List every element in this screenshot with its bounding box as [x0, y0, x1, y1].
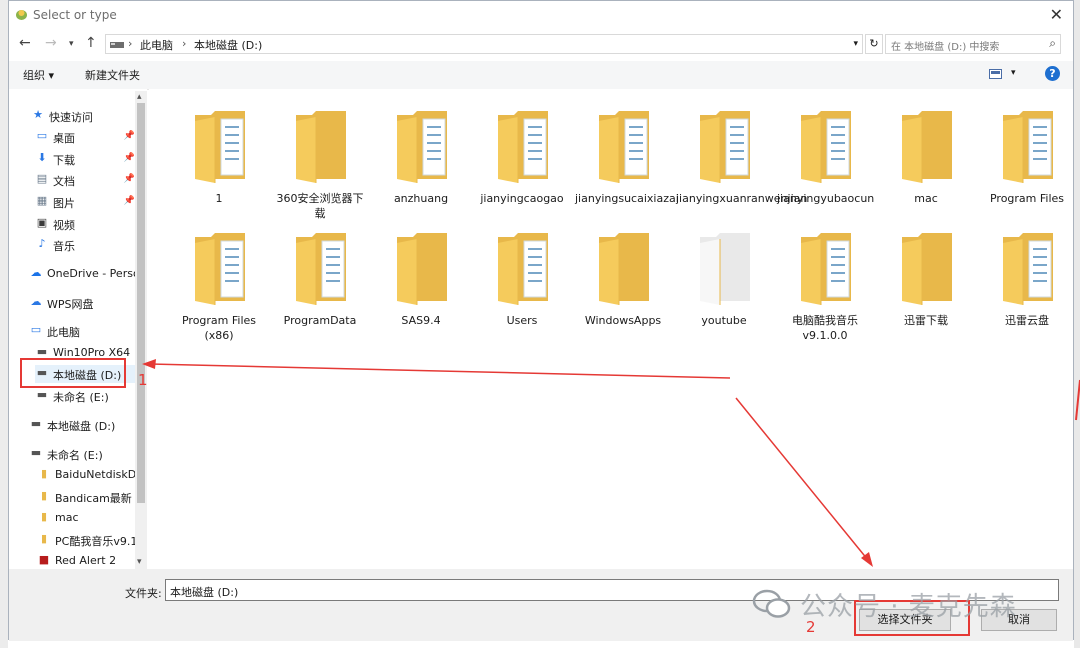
wechat-icon [752, 588, 792, 623]
annotation-arrow-1 [149, 363, 731, 379]
annotation-arrowhead-1 [142, 359, 156, 369]
annotation-arrow-2 [735, 397, 869, 561]
annotation-arrows [142, 359, 1080, 567]
annotation-edge-mark [1075, 379, 1080, 421]
watermark-text: 公众号 · 麦克先森 [800, 592, 1017, 622]
